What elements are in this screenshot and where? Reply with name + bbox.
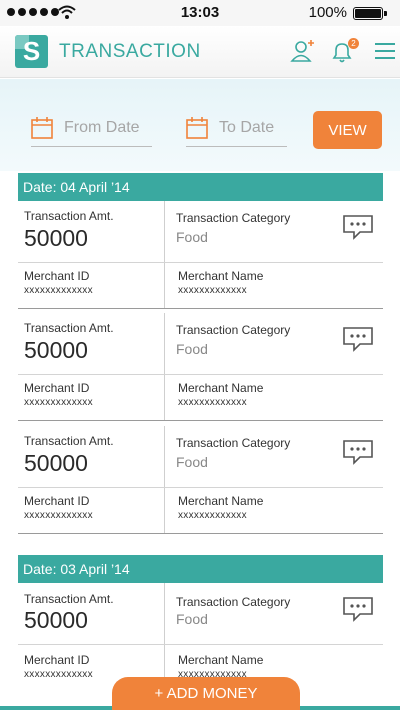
page-title: TRANSACTION [59, 41, 201, 62]
merchant-name-label: Merchant Name [178, 381, 264, 395]
date-group-header: Date: 04 April ’14 [18, 173, 383, 201]
transaction-category: Food [176, 341, 208, 357]
to-date-field[interactable]: To Date [186, 115, 287, 147]
category-label: Transaction Category [176, 595, 291, 609]
battery-icon [353, 7, 383, 20]
category-label: Transaction Category [176, 211, 291, 225]
merchant-id-value: xxxxxxxxxxxxx [24, 397, 93, 408]
add-money-button[interactable]: + ADD MONEY [112, 677, 300, 710]
logo-letter: S [22, 36, 41, 66]
merchant-id-label: Merchant ID [24, 494, 90, 508]
merchant-id-value: xxxxxxxxxxxxx [24, 285, 93, 296]
category-label: Transaction Category [176, 436, 291, 450]
transaction-amount: 50000 [24, 450, 88, 476]
comment-icon[interactable] [342, 326, 374, 357]
transaction-amount: 50000 [24, 225, 88, 251]
from-date-field[interactable]: From Date [31, 115, 152, 147]
merchant-id-label: Merchant ID [24, 269, 90, 283]
transaction-card[interactable]: Transaction Amt. 50000 Transaction Categ… [18, 583, 383, 691]
merchant-name-value: xxxxxxxxxxxxx [178, 285, 247, 296]
menu-icon[interactable] [375, 39, 395, 66]
battery-percentage: 100% [308, 4, 347, 21]
add-user-icon[interactable] [290, 39, 316, 70]
calendar-icon [31, 117, 53, 144]
comment-icon[interactable] [342, 439, 374, 470]
merchant-name-value: xxxxxxxxxxxxx [178, 510, 247, 521]
transaction-card[interactable]: Transaction Amt. 50000 Transaction Categ… [18, 201, 383, 309]
calendar-icon [186, 117, 208, 144]
transaction-card[interactable]: Transaction Amt. 50000 Transaction Categ… [18, 426, 383, 534]
transaction-amount: 50000 [24, 337, 88, 363]
app-logo[interactable]: S [15, 35, 48, 68]
amount-label: Transaction Amt. [24, 321, 114, 335]
transaction-card[interactable]: Transaction Amt. 50000 Transaction Categ… [18, 313, 383, 421]
transaction-amount: 50000 [24, 607, 88, 633]
comment-icon[interactable] [342, 214, 374, 245]
amount-label: Transaction Amt. [24, 209, 114, 223]
merchant-name-label: Merchant Name [178, 653, 264, 667]
notification-badge: 2 [348, 38, 359, 49]
transaction-category: Food [176, 229, 208, 245]
from-date-placeholder: From Date [64, 119, 140, 136]
app-header: S TRANSACTION 2 [0, 26, 400, 78]
battery-tip [384, 11, 387, 16]
date-group-header: Date: 03 April ’14 [18, 555, 383, 583]
comment-icon[interactable] [342, 596, 374, 627]
transaction-category: Food [176, 454, 208, 470]
amount-label: Transaction Amt. [24, 434, 114, 448]
merchant-name-label: Merchant Name [178, 494, 264, 508]
merchant-id-label: Merchant ID [24, 381, 90, 395]
transaction-category: Food [176, 611, 208, 627]
merchant-id-label: Merchant ID [24, 653, 90, 667]
merchant-id-value: xxxxxxxxxxxxx [24, 669, 93, 680]
amount-label: Transaction Amt. [24, 592, 114, 606]
date-filter-bar: From Date To Date VIEW [0, 79, 400, 171]
category-label: Transaction Category [176, 323, 291, 337]
status-bar: 13:03 100% [0, 0, 400, 26]
to-date-placeholder: To Date [219, 119, 275, 136]
view-button[interactable]: VIEW [313, 111, 382, 149]
merchant-id-value: xxxxxxxxxxxxx [24, 510, 93, 521]
merchant-name-label: Merchant Name [178, 269, 264, 283]
merchant-name-value: xxxxxxxxxxxxx [178, 397, 247, 408]
